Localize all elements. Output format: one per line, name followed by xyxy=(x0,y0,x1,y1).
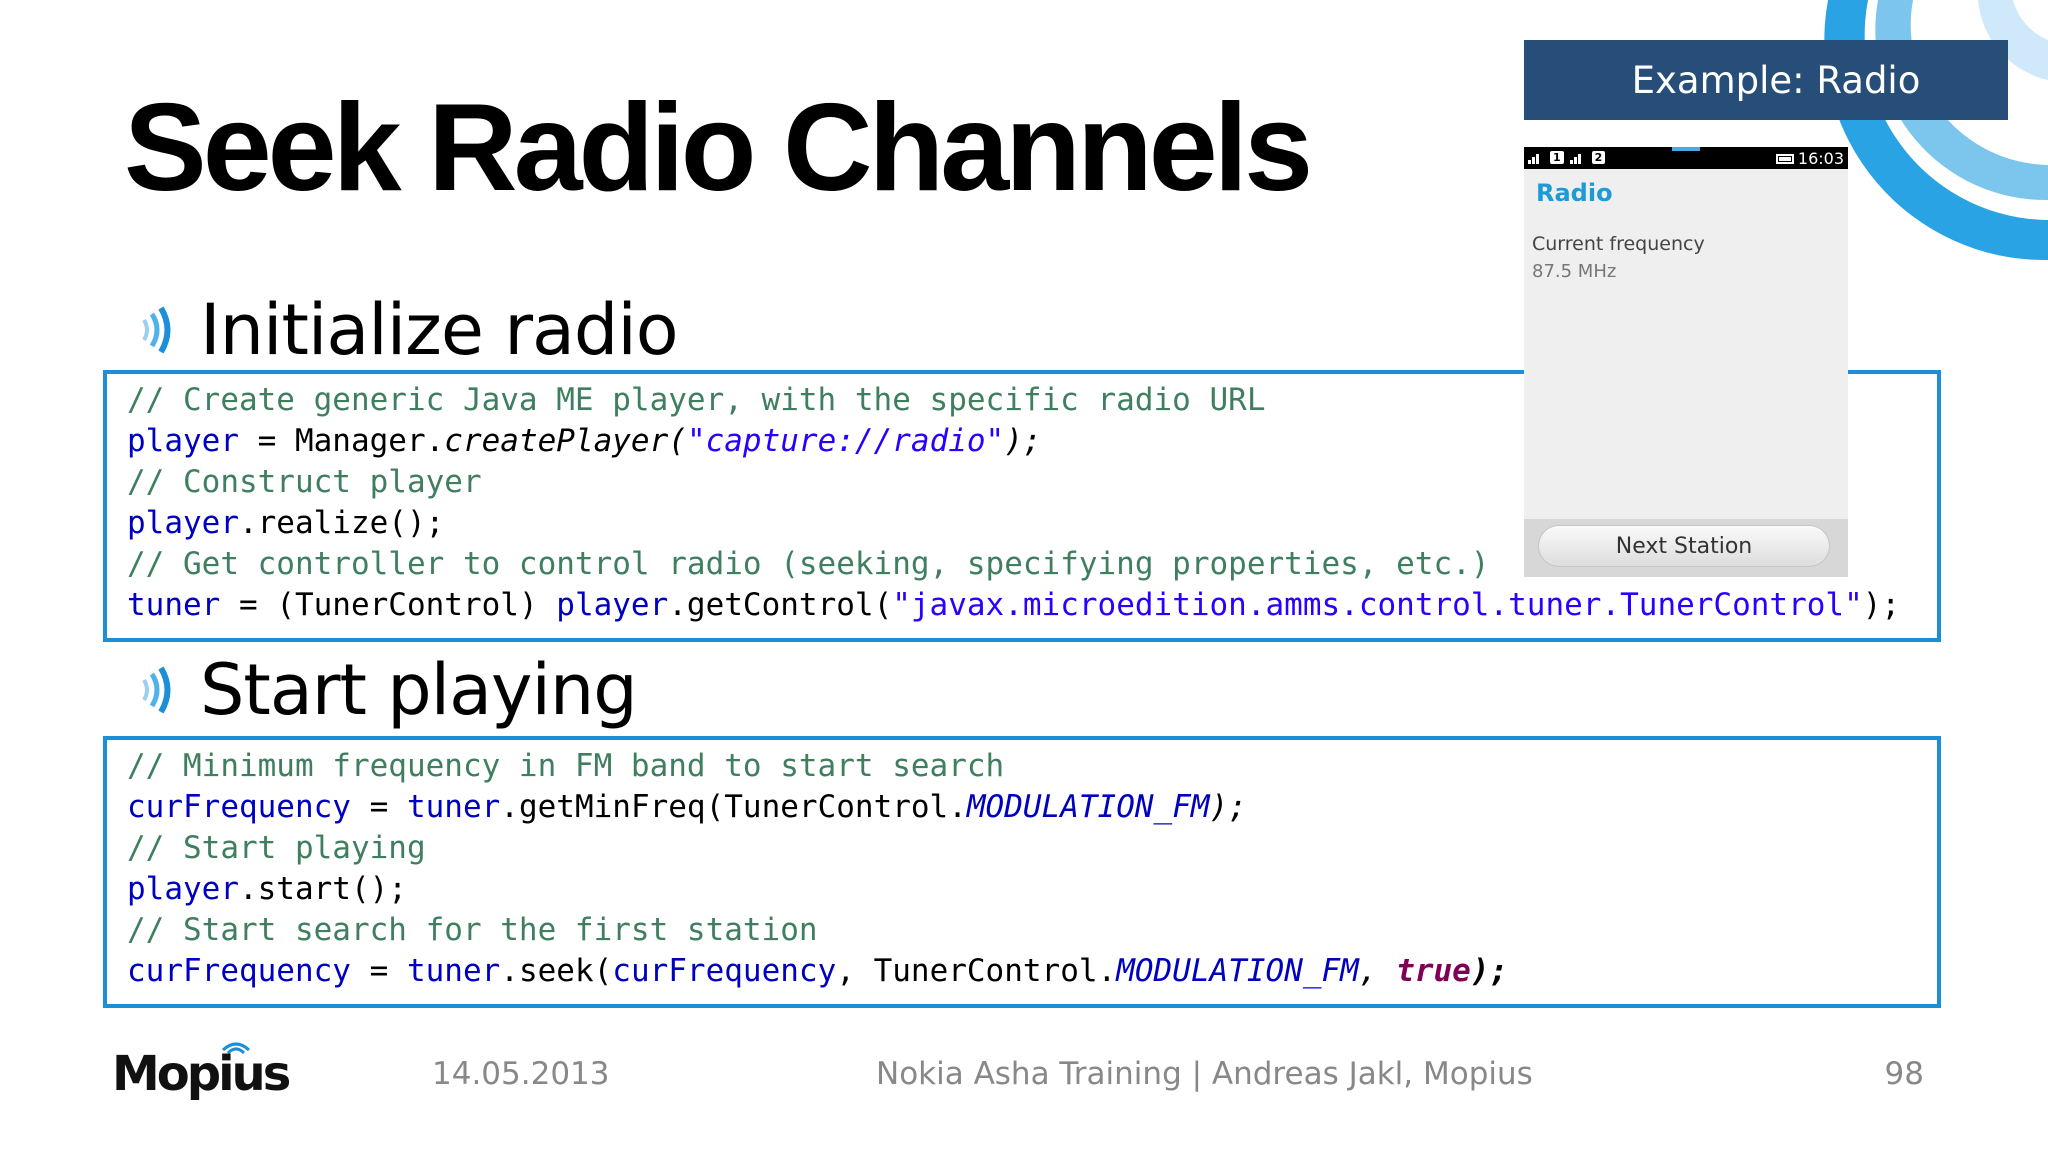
signal-icon xyxy=(1569,152,1586,164)
footer-date: 14.05.2013 xyxy=(432,1056,610,1092)
code-constant: MODULATION_FM xyxy=(966,789,1210,825)
code-text: .realize(); xyxy=(238,505,445,541)
code-line: player.start(); xyxy=(127,869,1937,910)
code-line: curFrequency = tuner.getMinFreq(TunerCon… xyxy=(127,787,1937,828)
code-text: ); xyxy=(1862,587,1901,623)
code-text: = xyxy=(350,789,407,825)
app-title: Radio xyxy=(1536,179,1613,207)
bullet-label: Initialize radio xyxy=(200,289,679,371)
code-block-start-playing: // Minimum frequency in FM band to start… xyxy=(103,736,1941,1008)
pull-down-indicator[interactable] xyxy=(1672,147,1700,151)
code-field: player xyxy=(127,871,239,907)
radio-waves-icon xyxy=(142,666,171,714)
battery-icon xyxy=(1775,153,1794,164)
mopius-logo: Mopius xyxy=(112,1036,308,1116)
phone-status-bar: 1 2 16:03 xyxy=(1524,147,1848,169)
code-method: createPlayer( xyxy=(444,423,687,459)
code-line: tuner = (TunerControl) player.getControl… xyxy=(127,585,1937,626)
code-keyword: true xyxy=(1396,953,1471,989)
code-text: , xyxy=(1358,953,1397,989)
slide-title: Seek Radio Channels xyxy=(124,79,1313,217)
sim-badge: 2 xyxy=(1591,151,1606,164)
next-station-button[interactable]: Next Station xyxy=(1538,525,1830,567)
status-time: 16:03 xyxy=(1797,149,1844,168)
code-text: = (TunerControl) xyxy=(220,587,557,623)
phone-screenshot: 1 2 16:03 Radio Current frequency 87.5 M… xyxy=(1524,147,1848,577)
logo-wordmark: Mopius xyxy=(112,1046,291,1102)
code-constant: MODULATION_FM xyxy=(1116,953,1359,989)
code-field: tuner xyxy=(406,789,501,825)
code-comment: // Minimum frequency in FM band to start… xyxy=(127,748,1005,784)
bullet-label: Start playing xyxy=(200,649,638,731)
code-string: "javax.microedition.amms.control.tuner.T… xyxy=(892,587,1863,623)
footer-credit: Nokia Asha Training | Andreas Jakl, Mopi… xyxy=(876,1056,1533,1092)
code-field: player xyxy=(556,587,669,623)
bullet-initialize-radio: Initialize radio xyxy=(140,289,679,371)
code-comment: // Start playing xyxy=(127,830,426,866)
signal-icon xyxy=(1528,152,1544,164)
phone-toolbar: Next Station xyxy=(1524,519,1848,577)
bullet-start-playing: Start playing xyxy=(140,649,638,731)
sim-badge: 1 xyxy=(1550,151,1564,164)
code-text: ); xyxy=(1209,789,1247,825)
code-field: curFrequency xyxy=(127,953,351,989)
code-field: curFrequency xyxy=(612,953,837,989)
code-text: , TunerControl. xyxy=(836,953,1117,989)
code-field: tuner xyxy=(406,953,501,989)
code-comment: // Start search for the first station xyxy=(127,912,818,948)
code-text: = xyxy=(350,953,407,989)
code-string: "capture://radio" xyxy=(686,423,1005,459)
code-field: curFrequency xyxy=(127,789,351,825)
page-number: 98 xyxy=(1884,1056,1924,1092)
code-field: tuner xyxy=(127,587,221,623)
example-header: Example: Radio xyxy=(1524,40,2008,120)
code-line: curFrequency = tuner.seek(curFrequency, … xyxy=(127,951,1937,992)
code-text: .start(); xyxy=(238,871,407,907)
code-text: .getMinFreq(TunerControl. xyxy=(500,789,967,825)
code-field: player xyxy=(127,423,239,459)
code-text: ); xyxy=(1470,953,1509,989)
radio-waves-icon xyxy=(142,306,171,354)
frequency-label: Current frequency xyxy=(1532,233,1705,255)
frequency-value: 87.5 MHz xyxy=(1532,261,1617,282)
code-text: .seek( xyxy=(500,953,613,989)
code-text: = Manager. xyxy=(238,423,445,459)
code-text: .getControl( xyxy=(668,587,893,623)
code-text: ); xyxy=(1004,423,1042,459)
code-field: player xyxy=(127,505,239,541)
